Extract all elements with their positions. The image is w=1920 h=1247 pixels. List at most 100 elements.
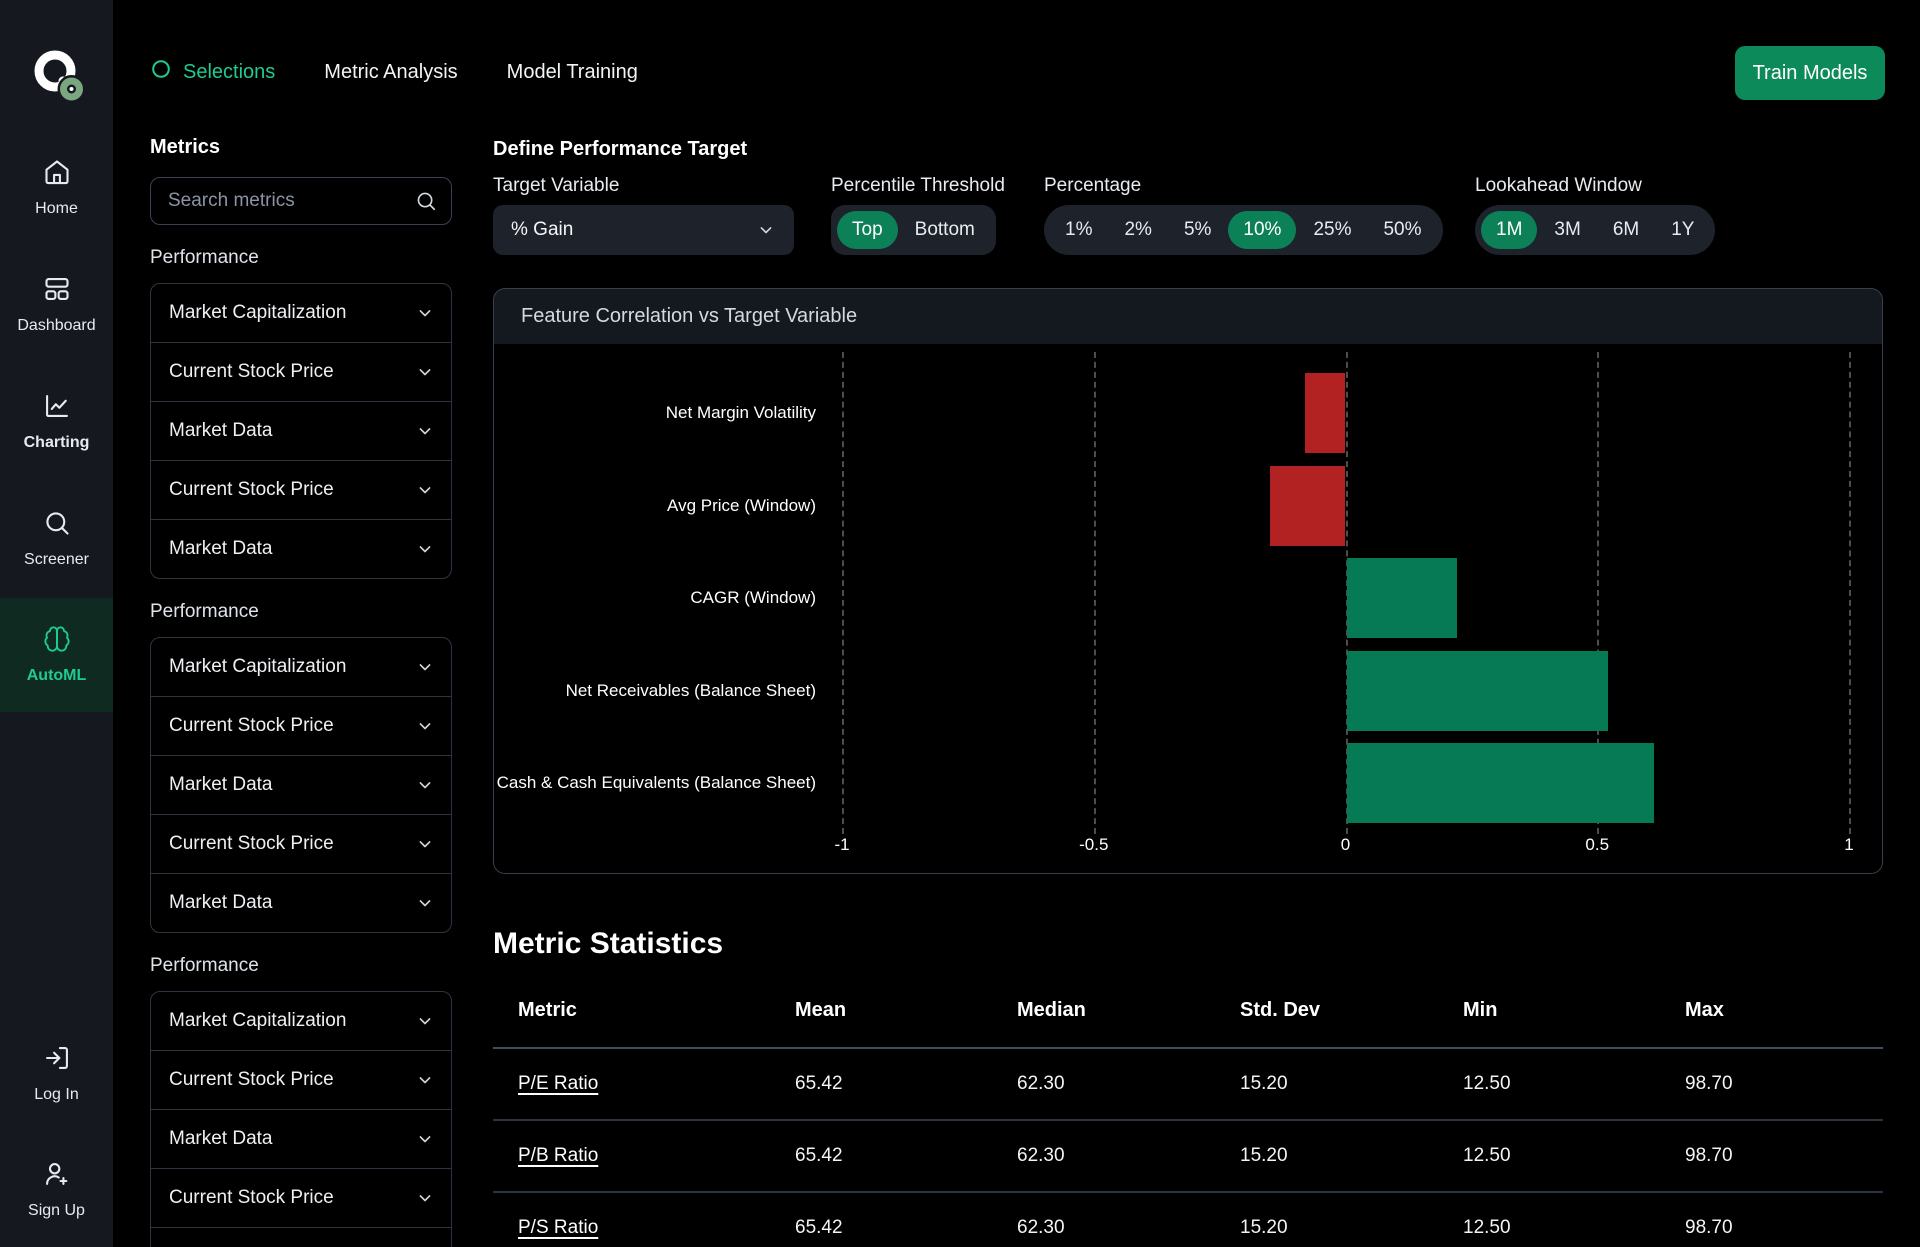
lookahead-option-1m[interactable]: 1M bbox=[1481, 211, 1537, 249]
category-label-cagr-window: CAGR (Window) bbox=[494, 586, 816, 610]
sidebar-item-label: Dashboard bbox=[17, 317, 95, 335]
column-header-median: Median bbox=[1017, 973, 1240, 1048]
percentage-option-25[interactable]: 25% bbox=[1298, 211, 1366, 249]
grid-line bbox=[1849, 352, 1851, 834]
percentage-option-50[interactable]: 50% bbox=[1368, 211, 1436, 249]
percentile-option-bottom[interactable]: Bottom bbox=[900, 211, 990, 249]
sidebar-item-label: Home bbox=[35, 200, 78, 218]
metric-item[interactable]: Market Data bbox=[151, 1227, 451, 1247]
sidebar-item-log-in[interactable]: Log In bbox=[0, 1017, 113, 1131]
bar-net-margin-volatility bbox=[1305, 373, 1345, 453]
percentile-threshold-label: Percentile Threshold bbox=[831, 174, 1005, 198]
metric-groups: Performance Market Capitalization Curren… bbox=[150, 247, 452, 1247]
category-label-avg-price-window: Avg Price (Window) bbox=[494, 494, 816, 518]
metric-item-label: Market Data bbox=[169, 892, 272, 914]
chevron-down-icon bbox=[415, 539, 435, 559]
lookahead-option-3m[interactable]: 3M bbox=[1539, 211, 1595, 249]
metric-statistics-heading: Metric Statistics bbox=[493, 927, 723, 961]
circle-icon bbox=[150, 58, 172, 86]
stat-cell: 65.42 bbox=[795, 1120, 1017, 1192]
log-in-icon bbox=[43, 1044, 71, 1077]
percentage-option-1[interactable]: 1% bbox=[1050, 211, 1107, 249]
sidebar-item-home[interactable]: Home bbox=[0, 131, 113, 245]
sidebar-item-sign-up[interactable]: Sign Up bbox=[0, 1133, 113, 1247]
tab-metric-analysis[interactable]: Metric Analysis bbox=[324, 61, 457, 84]
lookahead-option-1y[interactable]: 1Y bbox=[1656, 211, 1709, 249]
lookahead-option-6m[interactable]: 6M bbox=[1598, 211, 1654, 249]
metric-item[interactable]: Current Stock Price bbox=[151, 1050, 451, 1109]
percentile-option-top[interactable]: Top bbox=[837, 211, 898, 249]
metric-item[interactable]: Current Stock Price bbox=[151, 814, 451, 873]
chevron-down-icon bbox=[415, 1011, 435, 1031]
stat-cell: 62.30 bbox=[1017, 1048, 1240, 1120]
chevron-down-icon bbox=[415, 303, 435, 323]
train-models-button[interactable]: Train Models bbox=[1735, 46, 1885, 100]
metric-item[interactable]: Current Stock Price bbox=[151, 1168, 451, 1227]
column-header-std-dev: Std. Dev bbox=[1240, 973, 1463, 1048]
metric-item[interactable]: Market Data bbox=[151, 1109, 451, 1168]
sidebar-item-dashboard[interactable]: Dashboard bbox=[0, 248, 113, 362]
dashboard-icon bbox=[43, 275, 71, 308]
column-header-max: Max bbox=[1685, 973, 1883, 1048]
table-row-p-b-ratio: P/B Ratio65.4262.3015.2012.5098.70 bbox=[493, 1120, 1883, 1192]
metric-statistics-table: MetricMeanMedianStd. DevMinMax P/E Ratio… bbox=[493, 973, 1883, 1247]
chevron-down-icon bbox=[415, 716, 435, 736]
metric-group-header: Performance bbox=[150, 601, 452, 623]
brain-icon bbox=[43, 625, 71, 658]
lookahead-window-group: Lookahead Window 1M3M6M1Y bbox=[1475, 174, 1715, 255]
feature-correlation-chart: -1-0.500.51Net Margin VolatilityAvg Pric… bbox=[494, 344, 1882, 873]
metric-item[interactable]: Current Stock Price bbox=[151, 342, 451, 401]
grid-line bbox=[842, 352, 844, 834]
sidebar-item-automl[interactable]: AutoML bbox=[0, 598, 113, 712]
metric-link-p-s-ratio[interactable]: P/S Ratio bbox=[518, 1217, 598, 1238]
metric-item-label: Market Capitalization bbox=[169, 302, 346, 324]
search-input[interactable] bbox=[151, 178, 451, 224]
percentage-toggle: 1%2%5%10%25%50% bbox=[1044, 205, 1443, 255]
sidebar-item-charting[interactable]: Charting bbox=[0, 365, 113, 479]
metric-item-label: Current Stock Price bbox=[169, 361, 334, 383]
category-label-cash-cash-equivalents-balance-sheet: Cash & Cash Equivalents (Balance Sheet) bbox=[494, 771, 816, 795]
percentage-option-10[interactable]: 10% bbox=[1228, 211, 1296, 249]
nav-tab-label: Metric Analysis bbox=[324, 61, 457, 84]
metric-list-1: Market Capitalization Current Stock Pric… bbox=[150, 283, 452, 579]
bar-net-receivables-balance-sheet bbox=[1347, 651, 1609, 731]
grid-line bbox=[1094, 352, 1096, 834]
metric-item-label: Market Capitalization bbox=[169, 656, 346, 678]
metric-item[interactable]: Market Data bbox=[151, 519, 451, 578]
x-tick-label: -1 bbox=[834, 835, 849, 855]
x-tick-label: 0.5 bbox=[1585, 835, 1609, 855]
metric-item[interactable]: Market Data bbox=[151, 755, 451, 814]
chevron-down-icon bbox=[756, 220, 776, 240]
metric-item[interactable]: Market Capitalization bbox=[151, 992, 451, 1050]
metric-link-p-e-ratio[interactable]: P/E Ratio bbox=[518, 1073, 598, 1094]
chevron-down-icon bbox=[415, 421, 435, 441]
bar-cagr-window bbox=[1347, 558, 1458, 638]
sidebar-item-label: Log In bbox=[34, 1086, 78, 1104]
column-header-min: Min bbox=[1463, 973, 1685, 1048]
sidebar-item-label: Charting bbox=[24, 434, 90, 452]
stat-cell: 12.50 bbox=[1463, 1120, 1685, 1192]
tab-selections[interactable]: Selections bbox=[150, 58, 275, 86]
metric-item[interactable]: Market Capitalization bbox=[151, 284, 451, 342]
lookahead-window-label: Lookahead Window bbox=[1475, 174, 1715, 198]
metric-item[interactable]: Market Capitalization bbox=[151, 638, 451, 696]
metric-link-p-b-ratio[interactable]: P/B Ratio bbox=[518, 1145, 598, 1166]
metric-item[interactable]: Market Data bbox=[151, 401, 451, 460]
metric-item-label: Current Stock Price bbox=[169, 715, 334, 737]
app-logo bbox=[28, 46, 86, 104]
chevron-down-icon bbox=[415, 1188, 435, 1208]
stat-cell: 65.42 bbox=[795, 1192, 1017, 1247]
tab-model-training[interactable]: Model Training bbox=[507, 61, 638, 84]
percentage-label: Percentage bbox=[1044, 174, 1443, 198]
chart-title: Feature Correlation vs Target Variable bbox=[494, 289, 1882, 344]
metric-item[interactable]: Current Stock Price bbox=[151, 460, 451, 519]
percentage-option-2[interactable]: 2% bbox=[1109, 211, 1166, 249]
metric-item[interactable]: Current Stock Price bbox=[151, 696, 451, 755]
sidebar-item-label: Sign Up bbox=[28, 1202, 85, 1220]
target-variable-select[interactable]: % Gain bbox=[493, 205, 794, 255]
stat-cell: 15.20 bbox=[1240, 1192, 1463, 1247]
bar-cash-cash-equivalents-balance-sheet bbox=[1347, 743, 1654, 823]
metric-item[interactable]: Market Data bbox=[151, 873, 451, 932]
sidebar-item-screener[interactable]: Screener bbox=[0, 482, 113, 596]
percentage-option-5[interactable]: 5% bbox=[1169, 211, 1226, 249]
